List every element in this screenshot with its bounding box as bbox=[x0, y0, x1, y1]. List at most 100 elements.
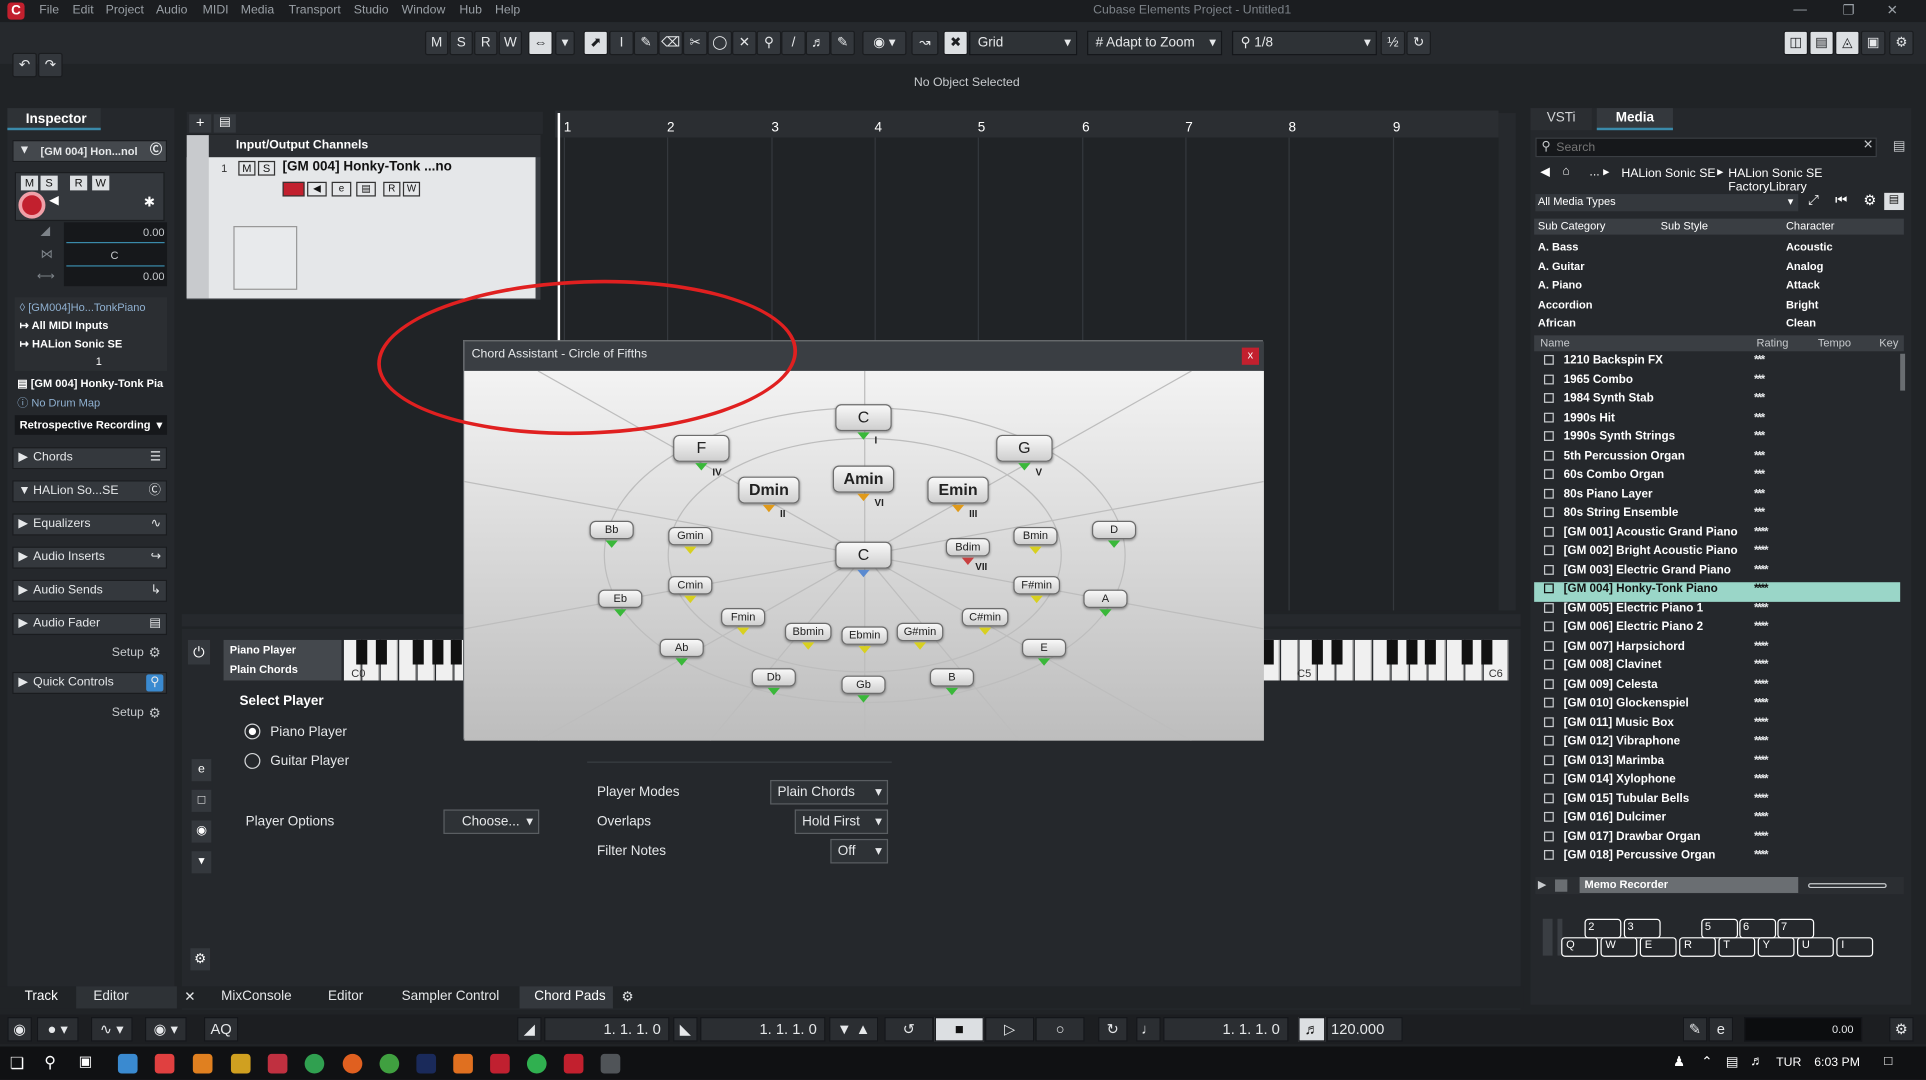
chord-emin[interactable]: Emin bbox=[927, 476, 989, 504]
preset-rating[interactable]: *** bbox=[1754, 506, 1765, 520]
breadcrumb-ellipsis[interactable]: ... ▸ bbox=[1589, 166, 1609, 180]
write-all-button[interactable]: W bbox=[498, 30, 523, 56]
punch-mode-icon[interactable]: ◉ ▾ bbox=[144, 1017, 187, 1042]
glue-tool-icon[interactable]: ◯ bbox=[707, 30, 733, 56]
preset-rating[interactable]: **** bbox=[1754, 639, 1768, 653]
chord-f[interactable]: F bbox=[673, 434, 730, 462]
col-key[interactable]: Key bbox=[1879, 337, 1898, 349]
right-locator-icon[interactable]: ◣ bbox=[673, 1017, 698, 1042]
program-selector[interactable]: ▤ [GM 004] Honky-Tonk Pia bbox=[17, 377, 163, 391]
taskbar-mail-icon[interactable] bbox=[117, 1053, 138, 1074]
player-modes-dropdown[interactable]: Plain Chords ▾ bbox=[770, 779, 889, 805]
character-item[interactable]: Attack bbox=[1786, 276, 1909, 295]
key-r[interactable]: R bbox=[1679, 937, 1716, 957]
key-q[interactable]: Q bbox=[1561, 937, 1599, 957]
key-7[interactable]: 7 bbox=[1777, 918, 1815, 939]
quantize-select[interactable]: ⚲ 1/8 ▾ bbox=[1231, 30, 1377, 56]
back-icon[interactable]: ◀ bbox=[1540, 166, 1549, 180]
key-t[interactable]: T bbox=[1718, 937, 1756, 957]
preset-rating[interactable]: **** bbox=[1754, 620, 1768, 634]
windows-start-icon[interactable]: ❏ bbox=[10, 1054, 24, 1074]
lower-settings-gear-icon[interactable]: ⚙ bbox=[190, 948, 211, 971]
menu-window[interactable]: Window bbox=[402, 4, 446, 18]
drum-map[interactable]: ⓘ No Drum Map bbox=[17, 394, 100, 410]
previous-icon[interactable]: ⏮ bbox=[1835, 193, 1847, 209]
freeze-icon[interactable]: ✱ bbox=[144, 194, 155, 210]
track-row[interactable]: 1 M S [GM 004] Honky-Tonk ...no ◀ e ▤ R … bbox=[186, 157, 536, 299]
punch-in-out-icon[interactable]: ▼ ▲ bbox=[829, 1017, 879, 1042]
media-list-item[interactable]: [GM 007] Harpsichord **** bbox=[1534, 639, 1900, 658]
menu-transport[interactable]: Transport bbox=[289, 4, 341, 18]
menu-project[interactable]: Project bbox=[106, 4, 144, 18]
people-icon[interactable]: ♟ bbox=[1673, 1054, 1685, 1070]
chord-dmin[interactable]: Dmin bbox=[738, 476, 800, 504]
media-list-item[interactable]: 1965 Combo *** bbox=[1534, 373, 1900, 392]
media-list-item[interactable]: [GM 012] Vibraphone **** bbox=[1534, 735, 1900, 754]
task-view-icon[interactable]: ▣ bbox=[79, 1053, 93, 1070]
language-indicator[interactable]: TUR bbox=[1776, 1056, 1801, 1070]
menu-edit[interactable]: Edit bbox=[72, 4, 93, 18]
preset-rating[interactable]: **** bbox=[1754, 563, 1768, 577]
right-locator-field[interactable]: 1. 1. 1. 0 bbox=[700, 1017, 826, 1042]
filter-view-icon[interactable]: ▤ bbox=[1884, 192, 1904, 211]
chord-e[interactable]: E bbox=[1021, 638, 1067, 658]
retrospective-recording-select[interactable]: Retrospective Recording ▾ bbox=[14, 415, 168, 435]
taskbar-search-icon[interactable]: ⚲ bbox=[44, 1053, 56, 1073]
character-item[interactable]: Clean bbox=[1786, 314, 1909, 333]
preset-rating[interactable]: **** bbox=[1754, 696, 1768, 710]
col-sub-category[interactable]: Sub Category bbox=[1538, 220, 1606, 232]
character-item[interactable]: Acoustic bbox=[1786, 238, 1909, 257]
col-character[interactable]: Character bbox=[1786, 220, 1835, 232]
chord-ebmin[interactable]: Ebmin bbox=[841, 626, 889, 645]
preset-rating[interactable]: **** bbox=[1754, 525, 1768, 539]
setup-gear-icon[interactable]: ⚙ bbox=[149, 645, 161, 661]
volume-tray-icon[interactable]: ♬ bbox=[1750, 1054, 1764, 1069]
track-write-button[interactable]: W bbox=[402, 181, 421, 197]
results-scrollbar[interactable] bbox=[1900, 353, 1906, 391]
record-icon[interactable]: ○ bbox=[1035, 1017, 1085, 1042]
stop-preview-icon[interactable] bbox=[1555, 879, 1568, 892]
tab-track[interactable]: Track bbox=[25, 989, 58, 1004]
track-mute-button[interactable]: M bbox=[238, 160, 256, 176]
metronome-sync-icon[interactable]: ↻ bbox=[1098, 1017, 1128, 1042]
media-list-item[interactable]: [GM 011] Music Box **** bbox=[1534, 715, 1900, 734]
key-w[interactable]: W bbox=[1600, 937, 1638, 957]
pan-value[interactable]: C bbox=[111, 249, 119, 261]
home-icon[interactable]: ⌂ bbox=[1562, 165, 1569, 179]
play-preview-icon[interactable]: ▶ bbox=[1538, 878, 1547, 892]
section-chords[interactable]: ▶ Chords ☰ bbox=[12, 447, 168, 470]
track-record-icon[interactable] bbox=[282, 181, 305, 197]
key-u[interactable]: U bbox=[1797, 937, 1834, 957]
left-locator-field[interactable]: 1. 1. 1. 0 bbox=[544, 1017, 670, 1042]
key-e[interactable]: E bbox=[1639, 937, 1677, 957]
chord-cmin[interactable]: Cmin bbox=[668, 576, 713, 595]
key-6[interactable]: 6 bbox=[1739, 918, 1777, 939]
read-all-button[interactable]: R bbox=[474, 30, 498, 56]
track-keys-icon[interactable]: ▤ bbox=[356, 181, 376, 197]
menu-file[interactable]: File bbox=[39, 4, 59, 18]
media-list-item[interactable]: 80s String Ensemble *** bbox=[1534, 506, 1900, 525]
preset-rating[interactable]: *** bbox=[1754, 468, 1765, 482]
autoscroll-dropdown-icon[interactable]: ▾ bbox=[555, 30, 575, 56]
autoscroll-icon[interactable]: ⇔ bbox=[528, 30, 553, 56]
taskbar-app-icon[interactable] bbox=[230, 1053, 251, 1074]
category-item[interactable]: A. Piano bbox=[1534, 276, 1657, 295]
chord-b[interactable]: B bbox=[929, 668, 975, 687]
chord-bmin[interactable]: Bmin bbox=[1013, 526, 1058, 546]
menu-studio[interactable]: Studio bbox=[354, 4, 389, 18]
track-solo-button[interactable]: S bbox=[257, 160, 276, 176]
settings-gear-icon[interactable]: ⚙ bbox=[1889, 30, 1914, 56]
shuffle-icon[interactable]: ⤢ bbox=[1808, 193, 1819, 209]
left-locator-icon[interactable]: ◢ bbox=[517, 1017, 542, 1042]
track-read-button[interactable]: R bbox=[383, 181, 401, 197]
media-list-item[interactable]: [GM 005] Electric Piano 1 **** bbox=[1534, 601, 1900, 620]
preset-rating[interactable]: *** bbox=[1754, 392, 1765, 406]
split-tool-icon[interactable]: ✂ bbox=[682, 30, 708, 56]
section-audio-inserts[interactable]: ▶ Audio Inserts ↪ bbox=[12, 546, 168, 569]
output-level-field[interactable]: 0.00 bbox=[1744, 1017, 1863, 1042]
write-button[interactable]: W bbox=[92, 175, 110, 191]
media-list-item[interactable]: [GM 016] Dulcimer **** bbox=[1534, 811, 1900, 830]
taskbar-app-icon[interactable] bbox=[453, 1053, 473, 1074]
section-audio-sends[interactable]: ▶ Audio Sends ↳ bbox=[12, 579, 168, 602]
guitar-player-label[interactable]: Guitar Player bbox=[270, 754, 349, 769]
